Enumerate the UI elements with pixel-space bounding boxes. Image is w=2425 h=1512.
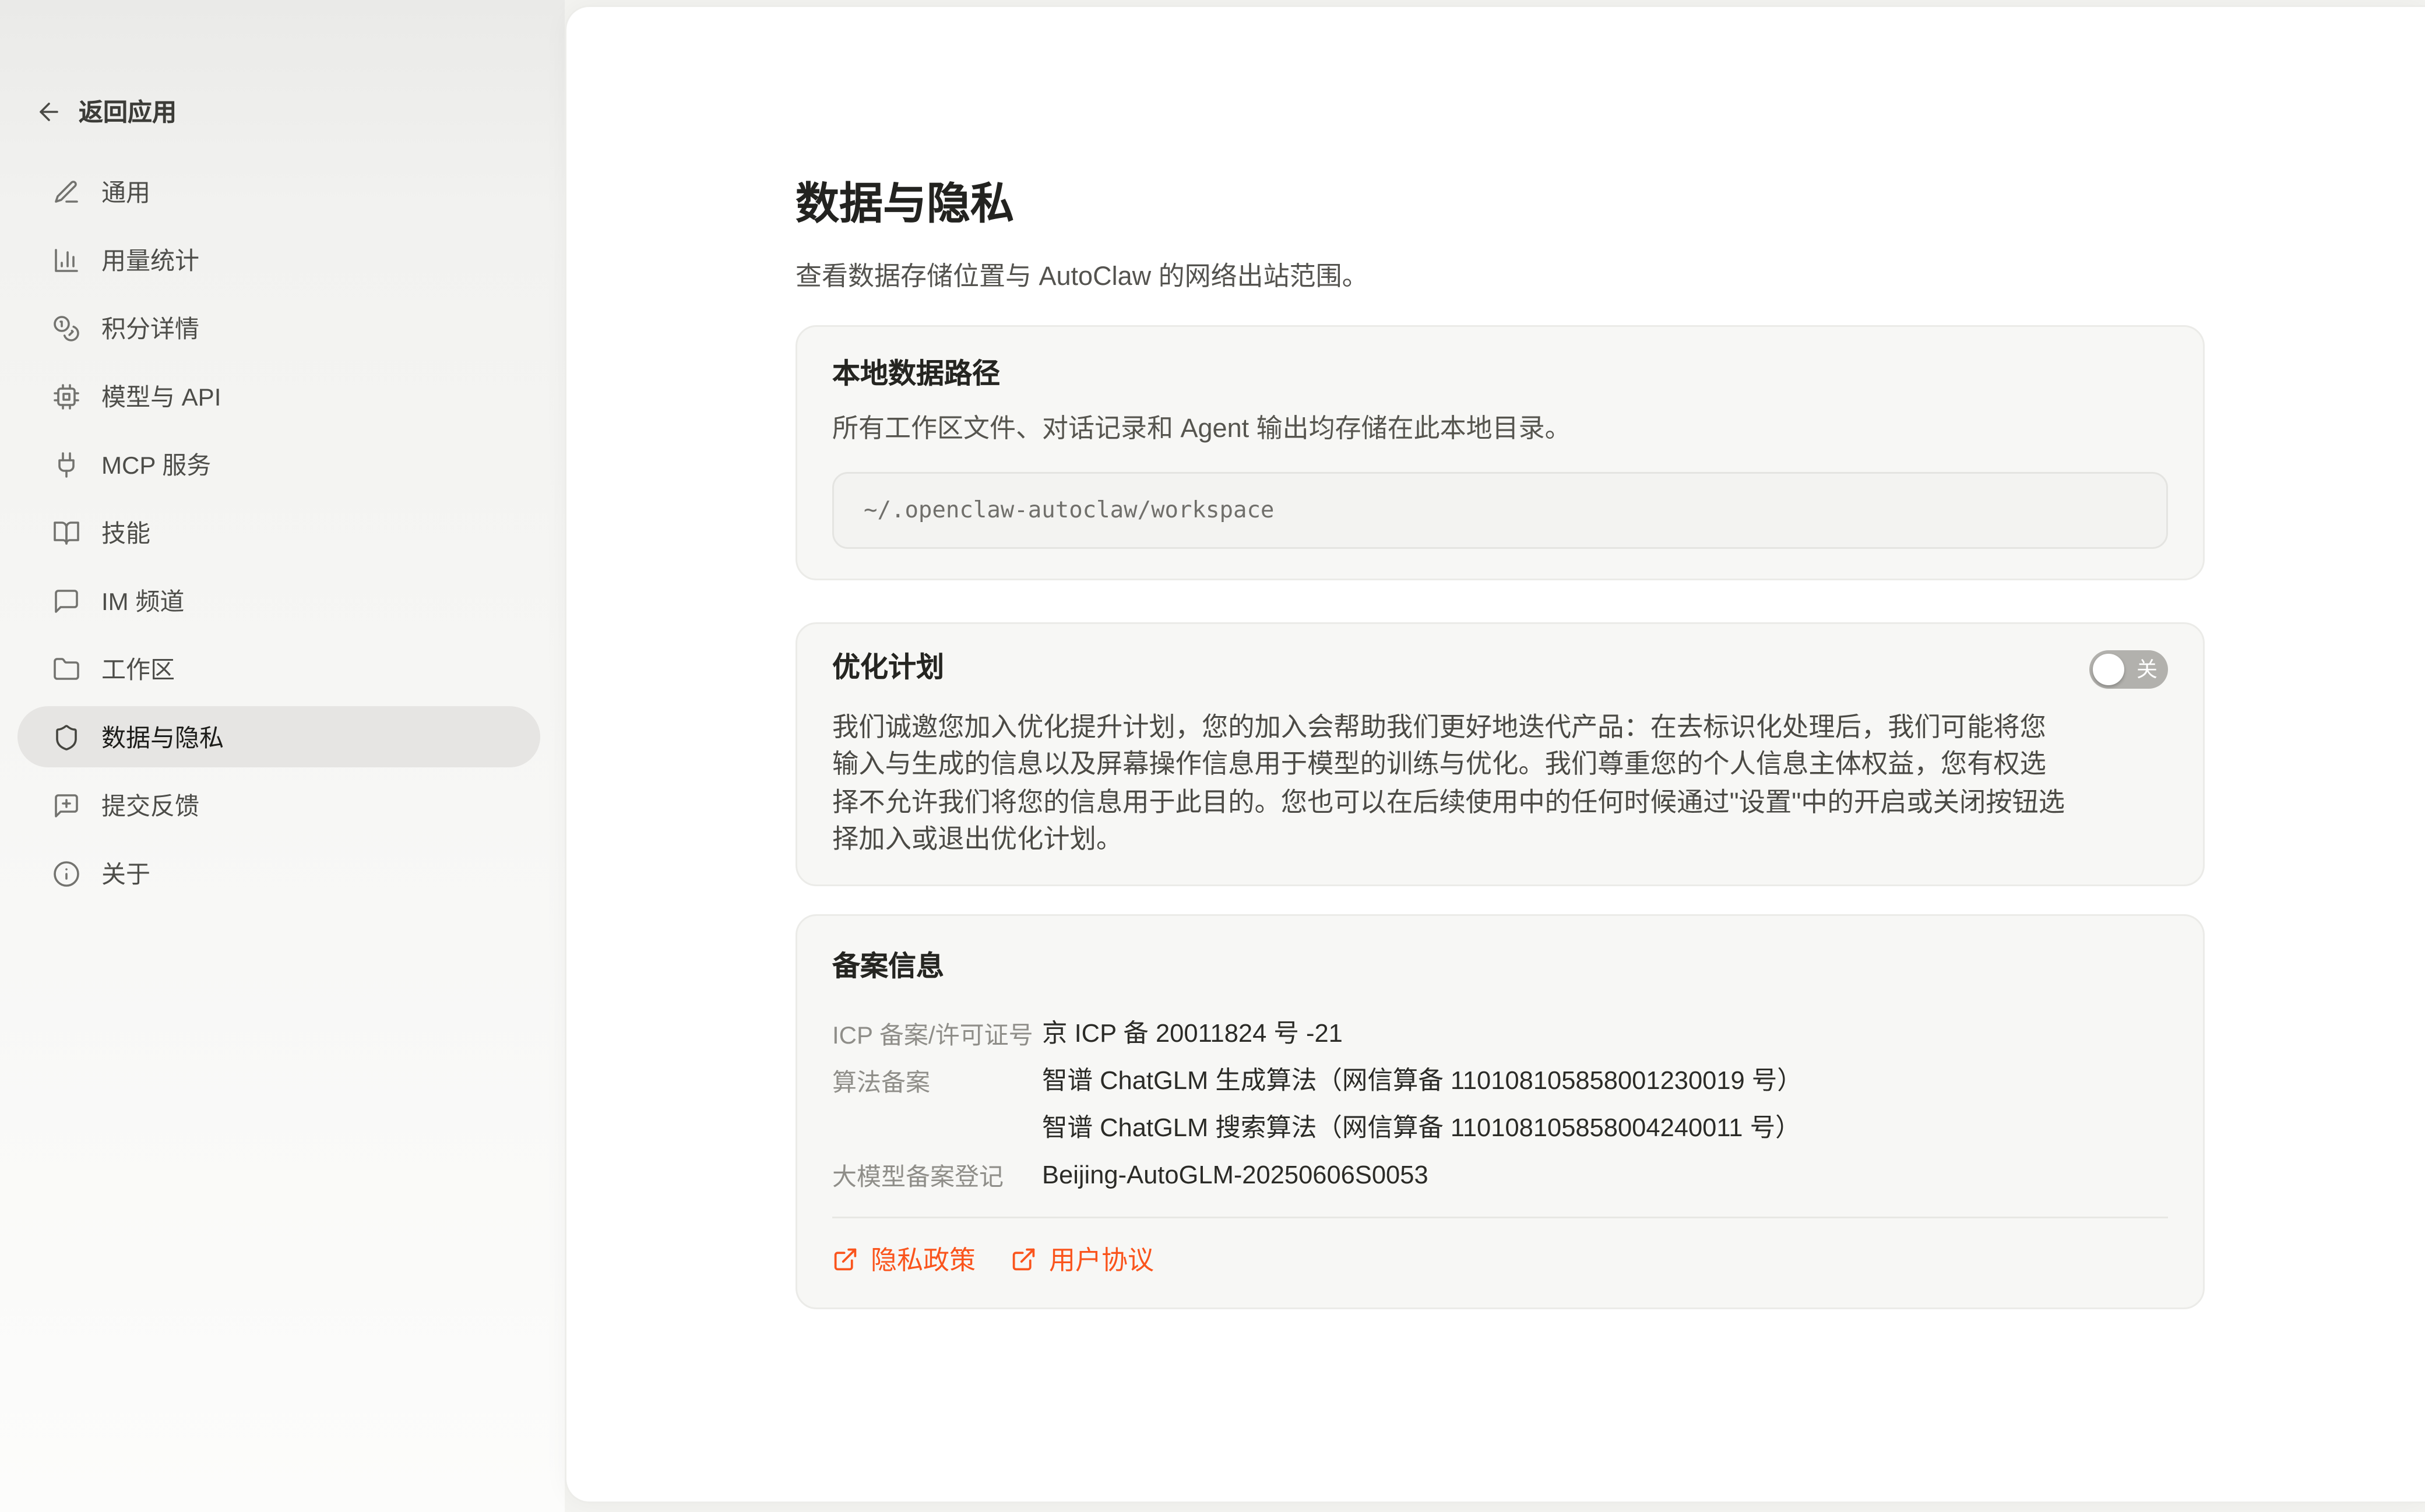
filing-rows: ICP 备案/许可证号 京 ICP 备 20011824 号 -21 算法备案 … — [832, 1013, 2168, 1201]
sidebar-item-im-channels[interactable]: IM 频道 — [17, 570, 540, 631]
sidebar-item-mcp-services[interactable]: MCP 服务 — [17, 433, 540, 495]
optimization-plan-description: 我们诚邀您加入优化提升计划，您的加入会帮助我们更好地迭代产品：在去标识化处理后，… — [832, 710, 2070, 859]
back-to-app-button[interactable]: 返回应用 — [35, 94, 177, 129]
page-subtitle: 查看数据存储位置与 AutoClaw 的网络出站范围。 — [796, 259, 2205, 295]
optimization-plan-title: 优化计划 — [832, 650, 944, 689]
sidebar-item-general[interactable]: 通用 — [17, 161, 540, 222]
sidebar-item-data-privacy[interactable]: 数据与隐私 — [17, 706, 540, 767]
plug-icon — [52, 450, 80, 478]
bar-chart-icon — [52, 246, 80, 274]
filing-value: 智谱 ChatGLM 生成算法（网信算备 1101081058580012300… — [1042, 1060, 1803, 1107]
filing-info-card: 备案信息 ICP 备案/许可证号 京 ICP 备 20011824 号 -21 … — [796, 915, 2205, 1310]
toggle-state-label: 关 — [2137, 659, 2157, 680]
sidebar-item-label: 通用 — [101, 174, 150, 209]
app-window: 返回应用 通用 用量统计 积分详情 模型与 API MCP 服务 — [0, 0, 2425, 1512]
cpu-icon — [52, 382, 80, 410]
sidebar-item-label: 模型与 API — [101, 379, 221, 414]
sidebar-item-label: IM 频道 — [101, 583, 184, 618]
sidebar-item-label: 用量统计 — [101, 242, 199, 277]
filing-value: Beijing-AutoGLM-20250606S0053 — [1042, 1154, 1428, 1201]
filing-divider — [832, 1217, 2168, 1219]
sidebar-nav: 通用 用量统计 积分详情 模型与 API MCP 服务 技能 — [17, 161, 540, 911]
main-panel: 数据与隐私 查看数据存储位置与 AutoClaw 的网络出站范围。 本地数据路径… — [565, 5, 2425, 1503]
coins-icon — [52, 314, 80, 342]
filing-value: 京 ICP 备 20011824 号 -21 — [1042, 1013, 1343, 1060]
local-data-path-description: 所有工作区文件、对话记录和 Agent 输出均存储在此本地目录。 — [832, 411, 2168, 447]
book-open-icon — [52, 519, 80, 547]
pen-icon — [52, 178, 80, 206]
sidebar-item-credits[interactable]: 积分详情 — [17, 297, 540, 358]
filing-row-llm-registration: 大模型备案登记 Beijing-AutoGLM-20250606S0053 — [832, 1154, 2168, 1201]
sidebar-item-label: 关于 — [101, 856, 150, 891]
filing-info-title: 备案信息 — [832, 950, 2168, 988]
external-link-icon — [832, 1247, 858, 1273]
sidebar-item-workspace[interactable]: 工作区 — [17, 638, 540, 699]
optimization-toggle[interactable]: 关 — [2089, 650, 2168, 689]
filing-value: 智谱 ChatGLM 搜索算法（网信算备 1101081058580042400… — [1042, 1107, 1801, 1154]
policy-links: 隐私政策 用户协议 — [832, 1242, 2168, 1278]
filing-row-algorithm-1: 算法备案 智谱 ChatGLM 生成算法（网信算备 11010810585800… — [832, 1060, 2168, 1107]
toggle-knob — [2093, 654, 2124, 685]
info-icon — [52, 859, 80, 887]
folder-icon — [52, 655, 80, 683]
sidebar-item-label: MCP 服务 — [101, 447, 211, 482]
filing-row-icp: ICP 备案/许可证号 京 ICP 备 20011824 号 -21 — [832, 1013, 2168, 1060]
link-label: 隐私政策 — [871, 1242, 976, 1278]
workspace-path-field[interactable]: ~/.openclaw-autoclaw/workspace — [832, 472, 2168, 549]
local-data-path-card: 本地数据路径 所有工作区文件、对话记录和 Agent 输出均存储在此本地目录。 … — [796, 325, 2205, 580]
shield-icon — [52, 723, 80, 751]
sidebar-item-about[interactable]: 关于 — [17, 843, 540, 904]
chat-icon — [52, 587, 80, 615]
sidebar-item-label: 积分详情 — [101, 311, 199, 346]
page-title: 数据与隐私 — [796, 175, 2205, 236]
filing-label: ICP 备案/许可证号 — [832, 1013, 1042, 1060]
link-label: 用户协议 — [1049, 1242, 1154, 1278]
filing-label: 大模型备案登记 — [832, 1154, 1042, 1201]
sidebar-item-label: 技能 — [101, 515, 150, 550]
filing-label — [832, 1107, 1042, 1154]
sidebar-item-feedback[interactable]: 提交反馈 — [17, 774, 540, 836]
sidebar-item-models-api[interactable]: 模型与 API — [17, 365, 540, 427]
sidebar-item-label: 工作区 — [101, 651, 175, 686]
sidebar-item-label: 提交反馈 — [101, 788, 199, 823]
privacy-policy-link[interactable]: 隐私政策 — [832, 1242, 976, 1278]
feedback-icon — [52, 791, 80, 819]
sidebar-item-skills[interactable]: 技能 — [17, 502, 540, 563]
sidebar-item-label: 数据与隐私 — [101, 720, 224, 755]
filing-label: 算法备案 — [832, 1060, 1042, 1107]
optimization-plan-card: 优化计划 关 我们诚邀您加入优化提升计划，您的加入会帮助我们更好地迭代产品：在去… — [796, 622, 2205, 887]
sidebar-item-usage-stats[interactable]: 用量统计 — [17, 229, 540, 290]
back-label: 返回应用 — [79, 94, 177, 129]
filing-row-algorithm-2: 智谱 ChatGLM 搜索算法（网信算备 1101081058580042400… — [832, 1107, 2168, 1154]
external-link-icon — [1011, 1247, 1037, 1273]
content-column: 数据与隐私 查看数据存储位置与 AutoClaw 的网络出站范围。 本地数据路径… — [796, 7, 2205, 1310]
optimization-plan-header: 优化计划 关 — [832, 650, 2168, 689]
arrow-left-icon — [35, 98, 63, 126]
local-data-path-title: 本地数据路径 — [832, 357, 2168, 395]
settings-sidebar: 返回应用 通用 用量统计 积分详情 模型与 API MCP 服务 — [0, 0, 565, 1512]
user-agreement-link[interactable]: 用户协议 — [1011, 1242, 1154, 1278]
